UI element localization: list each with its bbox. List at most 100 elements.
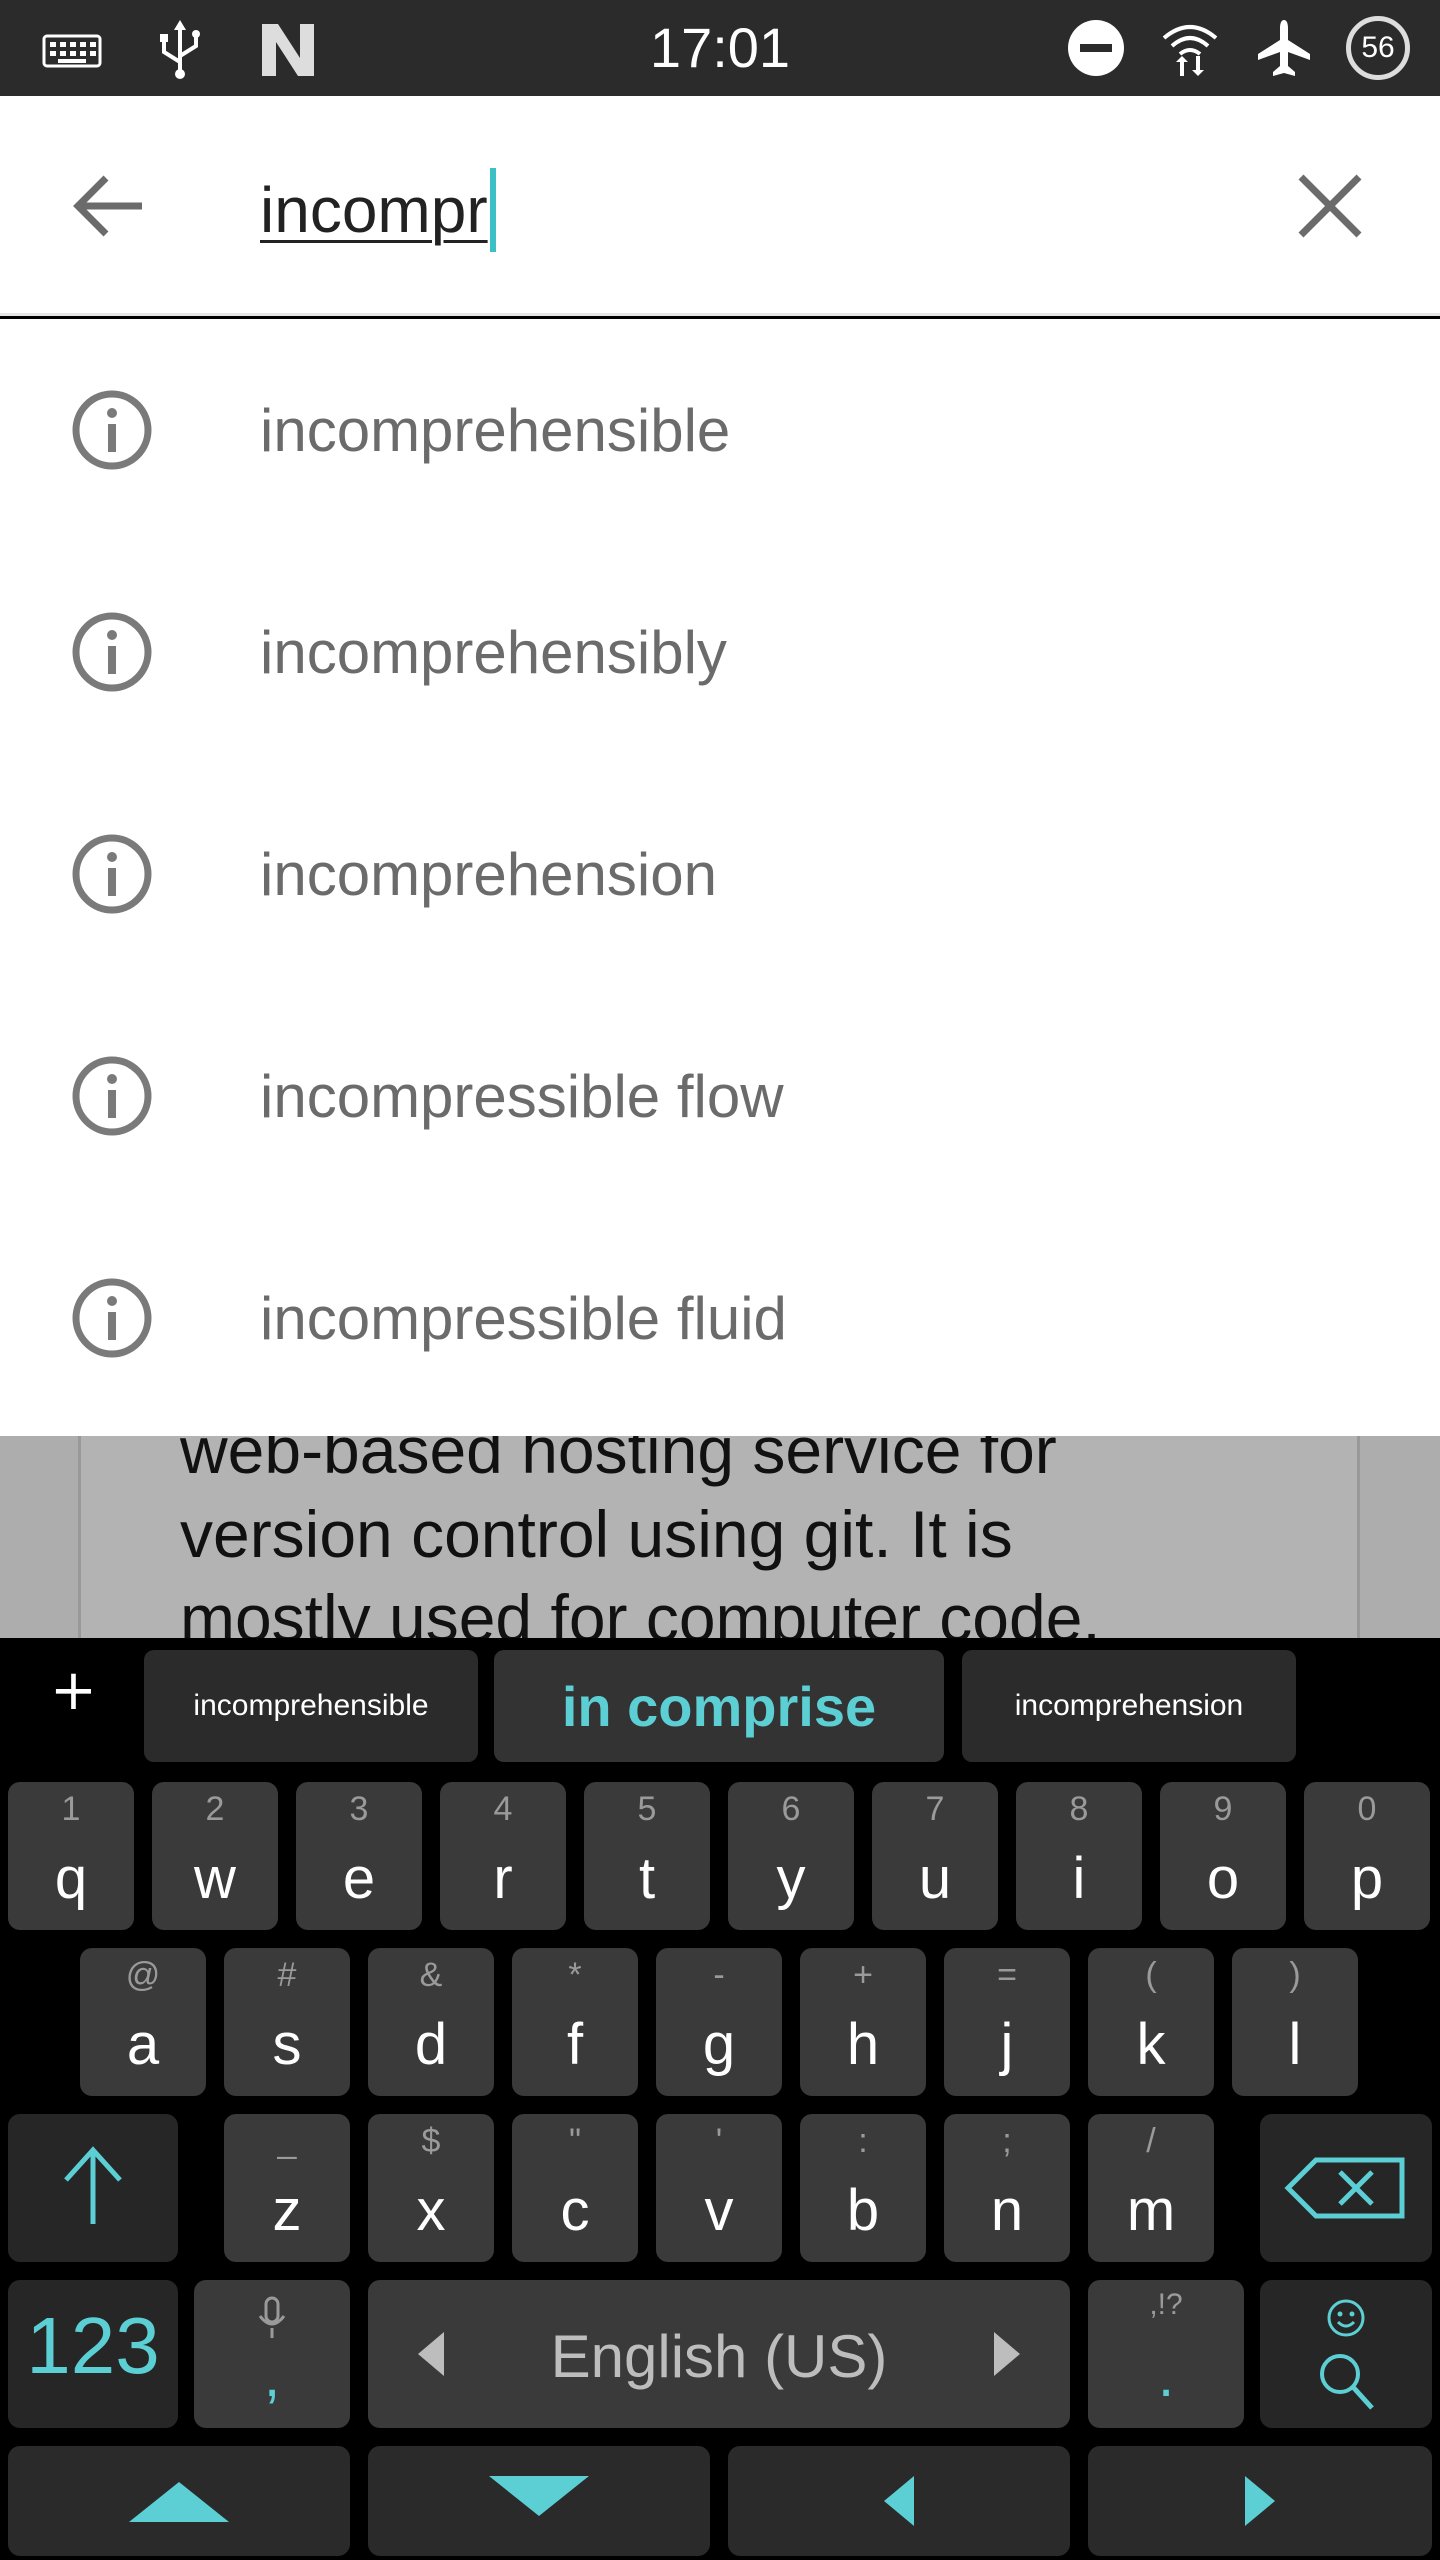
suggestion-item[interactable]: incomprehensibly xyxy=(0,541,1440,763)
key-hint: $ xyxy=(421,2122,441,2160)
suggestion-item[interactable]: incompressible flow xyxy=(0,985,1440,1207)
text-cursor xyxy=(489,168,496,252)
background-text-line: mostly used for computer code. xyxy=(180,1581,1101,1638)
key-hint: : xyxy=(858,2122,868,2160)
key-y[interactable]: 6y xyxy=(728,1782,854,1930)
key-hint: 1 xyxy=(61,1790,81,1828)
key-label: j xyxy=(1000,2012,1014,2077)
keyboard-suggestion-center[interactable]: in comprise xyxy=(494,1650,944,1762)
numbers-key-label: 123 xyxy=(26,2301,160,2390)
key-hint: 4 xyxy=(493,1790,513,1828)
key-h[interactable]: + h xyxy=(800,1948,926,2096)
background-text-line: version control using git. It is xyxy=(180,1497,1013,1571)
key-f[interactable]: * f xyxy=(512,1948,638,2096)
comma-key[interactable]: , xyxy=(194,2280,350,2428)
key-d[interactable]: & d xyxy=(368,1948,494,2096)
nav-right-key[interactable] xyxy=(1088,2446,1432,2556)
search-icon xyxy=(1320,2354,1374,2410)
arrow-right-icon xyxy=(1245,2476,1275,2526)
suggestion-list: incomprehensible incomprehensibly incomp… xyxy=(0,319,1440,1436)
clear-button[interactable] xyxy=(1280,156,1380,256)
nav-down-key[interactable] xyxy=(368,2446,710,2556)
nav-left-key[interactable] xyxy=(728,2446,1070,2556)
key-label: g xyxy=(702,2012,736,2077)
key-hint: 8 xyxy=(1069,1790,1089,1828)
key-k[interactable]: (k xyxy=(1088,1948,1214,2096)
key-label: l xyxy=(1288,2012,1302,2077)
info-icon xyxy=(72,390,152,470)
key-hint: & xyxy=(419,1956,443,1994)
key-hint: 7 xyxy=(925,1790,945,1828)
period-key-hint: ,!? xyxy=(1149,2288,1183,2321)
suggestion-text: incomprehensible xyxy=(260,396,731,464)
key-x[interactable]: $ x xyxy=(368,2114,494,2262)
space-key[interactable]: English (US) xyxy=(368,2280,1070,2428)
key-hint: = xyxy=(997,1956,1017,1994)
suggestion-text: incomprehension xyxy=(260,840,717,908)
key-t[interactable]: 5t xyxy=(584,1782,710,1930)
nav-up-key[interactable] xyxy=(8,2446,350,2556)
background-text: web-based hosting service for version co… xyxy=(180,1436,1380,1638)
suggestion-text: incompressible flow xyxy=(260,1062,784,1130)
suggestion-text: incompressible fluid xyxy=(260,1284,787,1352)
key-m[interactable]: / m xyxy=(1088,2114,1214,2262)
key-w[interactable]: 2w xyxy=(152,1782,278,1930)
do-not-disturb-icon xyxy=(1068,20,1124,76)
key-v[interactable]: ' v xyxy=(656,2114,782,2262)
comma-key-label: , xyxy=(263,2344,281,2409)
key-hint: @ xyxy=(125,1956,161,1994)
key-s[interactable]: # s xyxy=(224,1948,350,2096)
backspace-key[interactable] xyxy=(1260,2114,1432,2262)
search-input-text: incompr xyxy=(260,174,488,246)
key-label: q xyxy=(54,1846,88,1911)
key-c[interactable]: " c xyxy=(512,2114,638,2262)
info-icon xyxy=(72,834,152,914)
suggestion-item[interactable]: incomprehension xyxy=(0,763,1440,985)
backspace-icon xyxy=(1284,2157,1405,2219)
key-e[interactable]: 3e xyxy=(296,1782,422,1930)
arrow-down-icon xyxy=(489,2476,589,2516)
emoji-search-key[interactable] xyxy=(1260,2280,1432,2428)
key-o[interactable]: 9o xyxy=(1160,1782,1286,1930)
period-key[interactable]: ,!? . xyxy=(1088,2280,1244,2428)
key-label: m xyxy=(1126,2178,1176,2243)
battery-level: 56 xyxy=(1361,31,1395,64)
suggestion-item[interactable]: incomprehensible xyxy=(0,319,1440,541)
numbers-key[interactable]: 123 xyxy=(8,2280,178,2428)
key-a[interactable]: @ a xyxy=(80,1948,206,2096)
key-label: f xyxy=(566,2012,584,2077)
key-i[interactable]: 8i xyxy=(1016,1782,1142,1930)
add-word-button[interactable]: + xyxy=(50,1663,97,1719)
key-z[interactable]: _ z xyxy=(224,2114,350,2262)
key-l[interactable]: ) l xyxy=(1232,1948,1358,2096)
key-n[interactable]: ; n xyxy=(944,2114,1070,2262)
key-label: h xyxy=(846,2012,880,2077)
suggestion-item[interactable]: incompressible fluid xyxy=(0,1207,1440,1429)
status-bar: 17:01 56 xyxy=(0,0,1440,96)
keyboard: + incomprehensible in comprise incompreh… xyxy=(0,1638,1440,2560)
microphone-icon xyxy=(258,2296,286,2338)
key-q[interactable]: 1q xyxy=(8,1782,134,1930)
key-hint: 3 xyxy=(349,1790,369,1828)
background-content: web-based hosting service for version co… xyxy=(0,1436,1440,1638)
search-input[interactable]: incompr xyxy=(260,162,496,258)
key-hint: + xyxy=(853,1956,873,1994)
back-button[interactable] xyxy=(60,156,160,256)
info-icon xyxy=(72,612,152,692)
space-key-label: English (US) xyxy=(550,2323,888,2390)
key-u[interactable]: 7u xyxy=(872,1782,998,1930)
key-p[interactable]: 0p xyxy=(1304,1782,1430,1930)
key-g[interactable]: -g xyxy=(656,1948,782,2096)
close-icon xyxy=(1298,174,1362,238)
keyboard-suggestion-right[interactable]: incomprehension xyxy=(962,1650,1296,1762)
key-b[interactable]: :b xyxy=(800,2114,926,2262)
period-key-label: . xyxy=(1157,2344,1175,2409)
key-hint: 6 xyxy=(781,1790,801,1828)
key-j[interactable]: = j xyxy=(944,1948,1070,2096)
shift-key[interactable] xyxy=(8,2114,178,2262)
key-r[interactable]: 4r xyxy=(440,1782,566,1930)
keyboard-suggestion-left[interactable]: incomprehensible xyxy=(144,1650,478,1762)
info-icon xyxy=(72,1056,152,1136)
key-hint: _ xyxy=(277,2122,297,2160)
key-label: n xyxy=(990,2178,1024,2243)
